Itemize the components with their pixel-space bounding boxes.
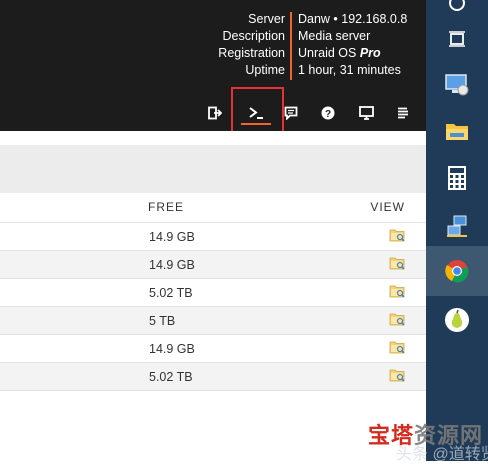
browse-folder-icon[interactable] bbox=[389, 284, 406, 299]
label-registration: Registration bbox=[218, 46, 285, 60]
pear-app-icon bbox=[445, 308, 469, 332]
log-icon bbox=[398, 107, 408, 119]
calculator-icon bbox=[448, 166, 466, 190]
help-button[interactable]: ? bbox=[316, 101, 340, 125]
section-header-band bbox=[0, 145, 426, 193]
value-server: Danw • 192.168.0.8 bbox=[298, 12, 408, 26]
registration-product: Unraid OS bbox=[298, 46, 360, 60]
header-toolbar: ? bbox=[0, 101, 426, 127]
server-info-labels: Server Description Registration Uptime bbox=[218, 11, 285, 79]
monitor-button[interactable] bbox=[354, 101, 378, 125]
free-space: 14.9 GB bbox=[149, 258, 195, 272]
browse-folder-icon[interactable] bbox=[389, 312, 406, 327]
file-explorer-icon bbox=[446, 124, 468, 140]
table-row: 14.9 GB bbox=[0, 250, 426, 278]
pear-app[interactable] bbox=[426, 295, 488, 345]
network-monitor-app[interactable] bbox=[426, 60, 488, 110]
file-explorer-app[interactable] bbox=[426, 106, 488, 156]
table-bottom-border bbox=[0, 390, 426, 391]
free-space: 14.9 GB bbox=[149, 230, 195, 244]
task-view-icon bbox=[449, 31, 465, 47]
label-uptime: Uptime bbox=[245, 63, 285, 77]
value-description: Media server bbox=[298, 29, 371, 43]
power-icon bbox=[449, 0, 465, 11]
table-row: 14.9 GB bbox=[0, 334, 426, 362]
taskbar bbox=[426, 0, 488, 461]
svg-text:?: ? bbox=[325, 109, 331, 120]
registration-edition: Pro bbox=[359, 46, 381, 60]
watermark-subtext: 头条 @道转贤 bbox=[396, 446, 488, 463]
network-share-icon bbox=[447, 215, 467, 237]
browse-folder-icon[interactable] bbox=[389, 228, 406, 243]
column-header-view[interactable]: VIEW bbox=[370, 200, 405, 214]
label-server: Server bbox=[248, 12, 285, 26]
calculator-app[interactable] bbox=[426, 153, 488, 203]
browse-folder-icon[interactable] bbox=[389, 340, 406, 355]
value-registration: Unraid OS Pro bbox=[298, 45, 407, 62]
label-description: Description bbox=[222, 29, 285, 43]
table-row: 14.9 GB bbox=[0, 222, 426, 250]
table-row: 5 TB bbox=[0, 306, 426, 334]
logout-button[interactable] bbox=[203, 101, 227, 125]
browse-folder-icon[interactable] bbox=[389, 368, 406, 383]
chrome-icon bbox=[445, 260, 469, 283]
free-space: 5.02 TB bbox=[149, 286, 193, 300]
chrome-app[interactable] bbox=[426, 246, 488, 296]
info-separator bbox=[290, 12, 292, 80]
browse-folder-icon[interactable] bbox=[389, 256, 406, 271]
value-uptime: 1 hour, 31 minutes bbox=[298, 63, 401, 77]
task-view-button[interactable] bbox=[426, 14, 488, 64]
table-row: 5.02 TB bbox=[0, 278, 426, 306]
network-monitor-icon bbox=[445, 74, 469, 96]
header-bar: Server Description Registration Uptime D… bbox=[0, 0, 426, 131]
table-row: 5.02 TB bbox=[0, 362, 426, 390]
help-icon: ? bbox=[321, 106, 335, 120]
monitor-icon bbox=[358, 106, 374, 120]
free-space: 5 TB bbox=[149, 314, 176, 328]
free-space: 5.02 TB bbox=[149, 370, 193, 384]
network-share-app[interactable] bbox=[426, 201, 488, 251]
main-content: FREE VIEW 14.9 GB 14.9 GB 5.02 TB 5 TB 1… bbox=[0, 131, 426, 461]
column-header-free[interactable]: FREE bbox=[148, 200, 184, 214]
log-button[interactable] bbox=[391, 101, 415, 125]
feedback-icon bbox=[284, 106, 298, 120]
server-info-values: Danw • 192.168.0.8 Media server Unraid O… bbox=[298, 11, 407, 79]
free-space: 14.9 GB bbox=[149, 342, 195, 356]
logout-icon bbox=[208, 106, 222, 120]
